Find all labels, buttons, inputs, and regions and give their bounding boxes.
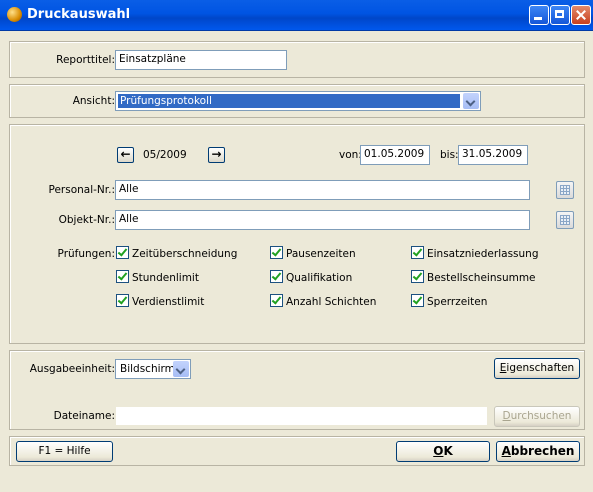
cancel-button[interactable]: Abbrechen: [496, 441, 580, 462]
window-title: Druckauswahl: [27, 7, 131, 22]
button-panel: F1 = Hilfe OK Abbrechen: [9, 436, 585, 466]
report-title-panel: Reporttitel: Einsatzpläne: [9, 41, 585, 78]
filename-label: Dateiname:: [53, 410, 115, 422]
close-button[interactable]: [571, 5, 591, 25]
checkbox-icon: [411, 246, 424, 259]
chevron-down-icon[interactable]: [463, 93, 479, 109]
object-input[interactable]: Alle: [115, 210, 530, 230]
personal-label: Personal-Nr.:: [48, 184, 115, 196]
ok-button[interactable]: OK: [396, 441, 490, 462]
to-label: bis:: [440, 149, 459, 161]
check-anzahl-schichten[interactable]: Anzahl Schichten: [270, 294, 376, 308]
app-icon: [7, 7, 22, 22]
object-label: Objekt-Nr.:: [58, 214, 115, 226]
checkbox-icon: [116, 270, 129, 283]
view-label: Ansicht:: [72, 95, 115, 107]
filename-input[interactable]: [115, 406, 488, 426]
from-label: von:: [339, 149, 362, 161]
check-einsatzniederlassung[interactable]: Einsatzniederlassung: [411, 246, 538, 260]
prev-month-button[interactable]: ←: [117, 147, 134, 163]
view-select-value: Prüfungsprotokoll: [118, 94, 460, 108]
output-label: Ausgabeeinheit:: [29, 363, 115, 375]
check-verdienstlimit[interactable]: Verdienstlimit: [116, 294, 204, 308]
from-date-input[interactable]: 01.05.2009: [360, 145, 430, 165]
personal-input[interactable]: Alle: [115, 180, 530, 200]
check-sperrzeiten[interactable]: Sperrzeiten: [411, 294, 487, 308]
to-date-input[interactable]: 31.05.2009: [458, 145, 528, 165]
checks-label: Prüfungen:: [57, 248, 115, 260]
minimize-button[interactable]: [529, 5, 549, 25]
checkbox-icon: [411, 270, 424, 283]
check-pausenzeiten[interactable]: Pausenzeiten: [270, 246, 356, 260]
object-lookup-icon[interactable]: [556, 211, 574, 229]
view-panel: Ansicht: Prüfungsprotokoll: [9, 84, 585, 118]
month-display: 05/2009: [143, 149, 187, 161]
options-panel: ← 05/2009 → von: 01.05.2009 bis: 31.05.2…: [9, 124, 585, 344]
checkbox-icon: [411, 294, 424, 307]
check-bestellscheinsumme[interactable]: Bestellscheinsumme: [411, 270, 536, 284]
check-qualifikation[interactable]: Qualifikation: [270, 270, 352, 284]
checkbox-icon: [116, 246, 129, 259]
output-select[interactable]: Bildschirm: [115, 359, 191, 379]
checkbox-icon: [270, 270, 283, 283]
check-zeitueberschneidung[interactable]: Zeitüberschneidung: [116, 246, 237, 260]
properties-button[interactable]: Eigenschaften: [494, 358, 580, 379]
output-panel: Ausgabeeinheit: Bildschirm Eigenschaften…: [9, 350, 585, 430]
checkbox-icon: [270, 294, 283, 307]
personal-lookup-icon[interactable]: [556, 181, 574, 199]
output-select-value: Bildschirm: [120, 363, 175, 375]
maximize-button[interactable]: [550, 5, 570, 25]
title-bar[interactable]: Druckauswahl: [0, 0, 593, 31]
report-title-label: Reporttitel:: [56, 54, 115, 66]
next-month-button[interactable]: →: [208, 147, 225, 163]
browse-button[interactable]: Durchsuchen: [494, 406, 580, 427]
check-stundenlimit[interactable]: Stundenlimit: [116, 270, 199, 284]
checkbox-icon: [116, 294, 129, 307]
view-select[interactable]: Prüfungsprotokoll: [115, 91, 481, 111]
help-button[interactable]: F1 = Hilfe: [16, 441, 113, 462]
checkbox-icon: [270, 246, 283, 259]
chevron-down-icon[interactable]: [173, 361, 189, 377]
report-title-input[interactable]: Einsatzpläne: [115, 50, 287, 70]
status-strip: [0, 470, 593, 492]
